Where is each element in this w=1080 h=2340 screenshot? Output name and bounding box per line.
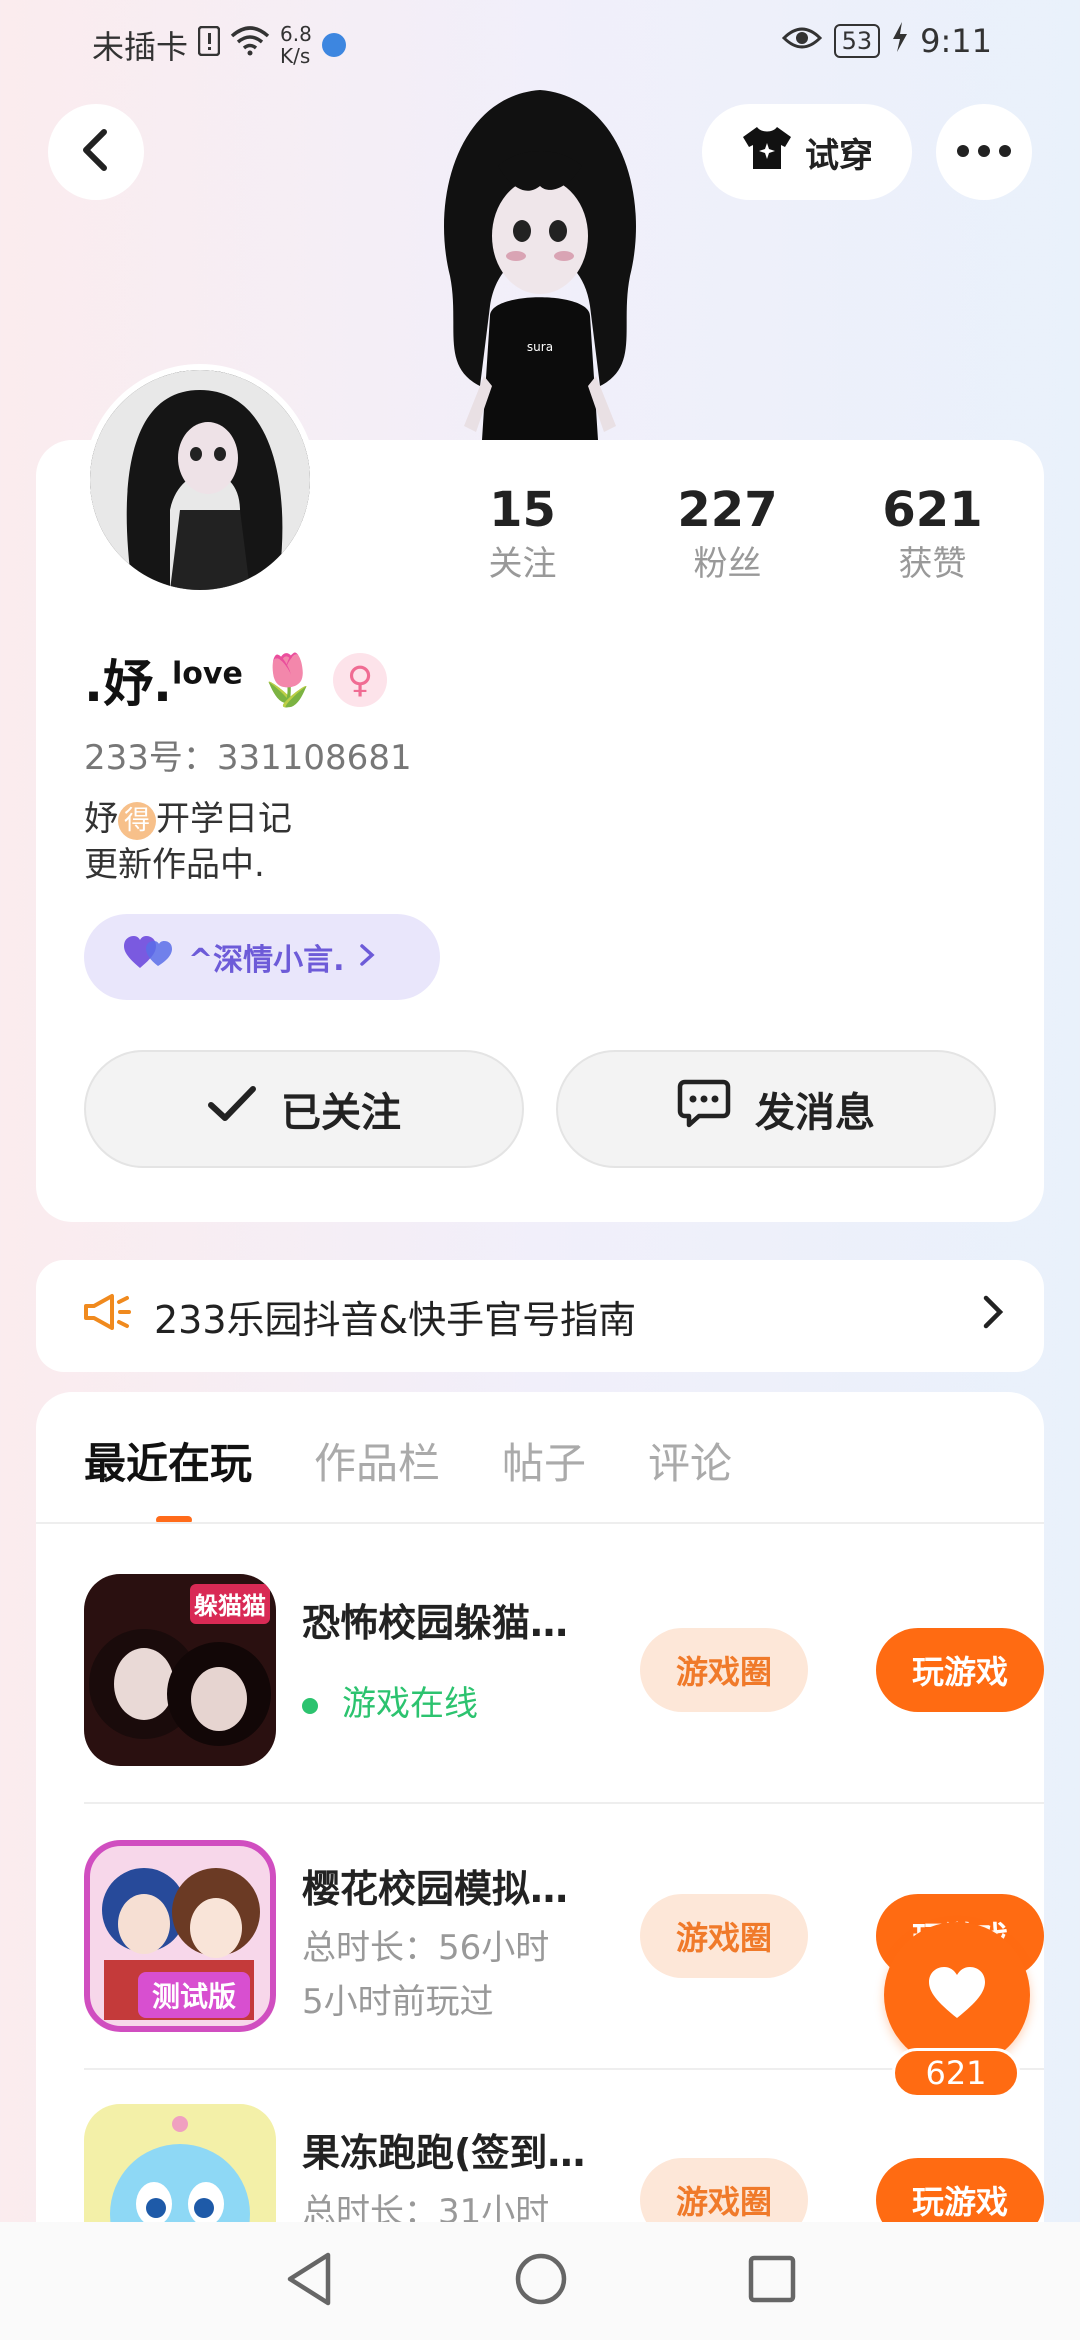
megaphone-icon <box>82 1292 132 1341</box>
stat-likes[interactable]: 621 获赞 <box>830 480 1035 588</box>
avatar[interactable] <box>84 364 316 596</box>
fans-label: 粉丝 <box>693 544 762 584</box>
game-icon-label: 测试版 <box>152 1980 236 2013</box>
game-last-played: 5小时前玩过 <box>302 1982 494 2022</box>
cp-tag-label: ^深情小言. <box>188 943 345 978</box>
play-game-button[interactable]: 玩游戏 <box>876 1628 1044 1712</box>
try-on-button[interactable]: 试穿 <box>702 104 912 200</box>
try-on-label: 试穿 <box>805 135 873 176</box>
more-options-button[interactable] <box>936 104 1032 200</box>
tshirt-icon <box>741 125 793 180</box>
network-speed: 6.8 K/s <box>280 22 312 68</box>
username: .妤.love 🌷 ♀ <box>84 644 388 716</box>
divider <box>84 1802 1044 1804</box>
more-dots-icon <box>956 143 1012 162</box>
app-notification-icon <box>321 33 346 57</box>
nav-recents-icon[interactable] <box>748 2255 796 2307</box>
back-button[interactable] <box>48 104 144 200</box>
send-message-button[interactable]: 发消息 <box>556 1050 996 1168</box>
sim-alert-icon <box>197 25 221 64</box>
eye-icon <box>781 22 822 60</box>
checkmark-icon <box>207 1085 257 1133</box>
heart-icon <box>927 1966 987 2024</box>
bio: 妤得开学日记 更新作品中. <box>84 796 292 888</box>
like-button[interactable] <box>884 1922 1030 2068</box>
tulip-emoji: 🌷 <box>256 650 320 709</box>
nav-back-icon[interactable] <box>284 2251 334 2311</box>
chat-bubble-icon <box>677 1079 731 1139</box>
bio-line1-post: 开学日记 <box>156 799 292 839</box>
nav-home-icon[interactable] <box>514 2252 568 2310</box>
carrier-text: 未插卡 <box>92 28 189 66</box>
game-title: 樱花校园模拟… <box>302 1867 569 1911</box>
game-title: 恐怖校园躲猫… <box>302 1601 569 1645</box>
charging-icon <box>892 22 908 60</box>
cp-tag-button[interactable]: ^深情小言. <box>84 914 440 1000</box>
game-circle-button[interactable]: 游戏圈 <box>640 1628 808 1712</box>
status-bar: 未插卡 6.8 K/s 53 9:11 <box>0 0 1080 84</box>
svg-text:sura: sura <box>527 340 553 354</box>
chevron-right-icon <box>982 1294 1004 1339</box>
likes-label: 获赞 <box>898 544 967 584</box>
following-button[interactable]: 已关注 <box>84 1050 524 1168</box>
game-icon[interactable]: 测试版 <box>84 1840 276 2032</box>
game-icon-label: 躲猫猫 <box>194 1592 266 1620</box>
clock: 9:11 <box>920 22 992 60</box>
notice-text: 233乐园抖音&快手官号指南 <box>154 1297 637 1342</box>
game-duration: 总时长：56小时 <box>302 1928 550 1968</box>
game-icon[interactable]: 躲猫猫 <box>84 1574 276 1766</box>
game-status: 游戏在线 <box>302 1676 478 1725</box>
bio-line1-pre: 妤 <box>84 799 118 839</box>
username-text: .妤. <box>84 655 172 713</box>
content-card: 最近在玩 作品栏 帖子 评论 躲猫猫 恐怖校园躲猫… 游戏在线 游戏圈 玩游戏 <box>36 1392 1044 2340</box>
tab-posts[interactable]: 帖子 <box>502 1430 586 1491</box>
fans-count: 227 <box>677 482 778 538</box>
tab-works[interactable]: 作品栏 <box>314 1430 440 1491</box>
likes-count: 621 <box>882 482 983 538</box>
stat-fans[interactable]: 227 粉丝 <box>625 480 830 588</box>
username-sup: love <box>172 656 243 692</box>
following-button-label: 已关注 <box>281 1090 401 1136</box>
following-count: 15 <box>489 482 556 538</box>
heart-pair-icon <box>124 936 174 978</box>
game-circle-button[interactable]: 游戏圈 <box>640 1894 808 1978</box>
send-message-label: 发消息 <box>755 1090 875 1136</box>
system-nav-bar <box>0 2222 1080 2340</box>
stat-following[interactable]: 15 关注 <box>420 480 625 588</box>
game-row[interactable]: 躲猫猫 恐怖校园躲猫… 游戏在线 游戏圈 玩游戏 <box>84 1574 1044 1774</box>
game-row[interactable]: 测试版 樱花校园模拟… 总时长：56小时 5小时前玩过 游戏圈 玩游戏 <box>84 1840 1044 2040</box>
tab-comments[interactable]: 评论 <box>648 1430 732 1491</box>
online-dot-icon <box>302 1697 318 1714</box>
profile-tabs: 最近在玩 作品栏 帖子 评论 <box>84 1430 732 1491</box>
avatar-3d-figure[interactable]: sura <box>420 86 660 440</box>
user-id[interactable]: 233号：331108681 <box>84 730 412 779</box>
profile-stats: 15 关注 227 粉丝 621 获赞 <box>420 480 1040 588</box>
bio-line2: 更新作品中. <box>84 845 265 885</box>
back-arrow-icon <box>78 128 114 176</box>
chevron-right-icon <box>359 940 375 975</box>
bio-badge: 得 <box>118 801 156 840</box>
tab-recently-played[interactable]: 最近在玩 <box>84 1430 252 1491</box>
notice-banner[interactable]: 233乐园抖音&快手官号指南 <box>36 1260 1044 1372</box>
divider <box>36 1522 1044 1524</box>
battery-indicator: 53 <box>833 24 881 58</box>
like-count-badge: 621 <box>892 2048 1020 2098</box>
game-title: 果冻跑跑(签到… <box>302 2131 586 2175</box>
following-label: 关注 <box>488 544 557 584</box>
wifi-icon <box>230 26 270 64</box>
female-gender-icon: ♀ <box>333 653 388 707</box>
